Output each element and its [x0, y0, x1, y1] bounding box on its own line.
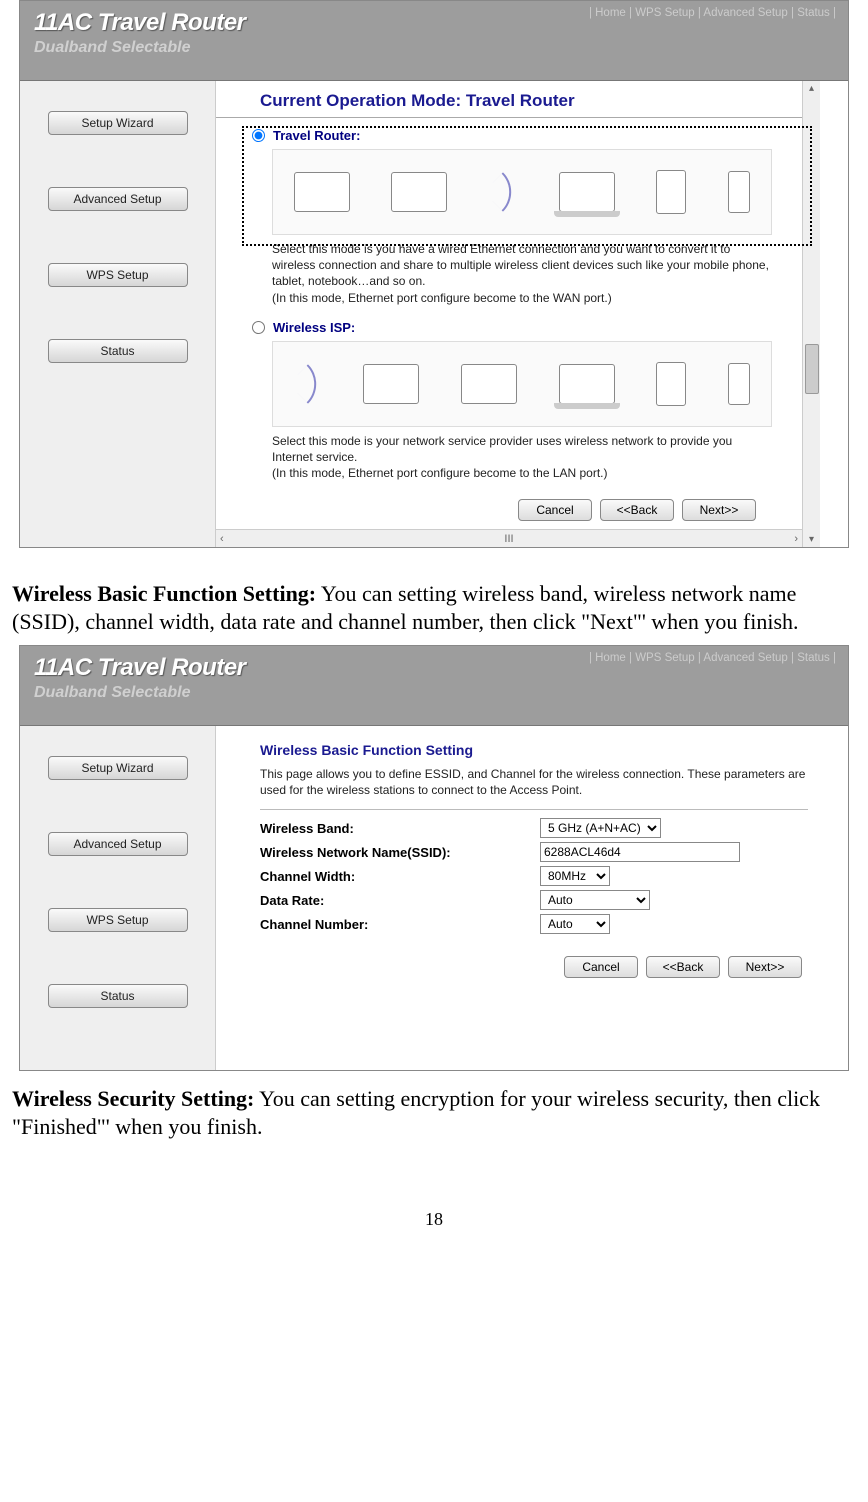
header: 11AC Travel Router Dualband Selectable |…	[20, 646, 848, 726]
scroll-thumb[interactable]: III	[504, 533, 513, 545]
scroll-up-icon[interactable]: ▴	[809, 83, 814, 94]
next-button[interactable]: Next>>	[728, 956, 802, 978]
ssid-input[interactable]	[540, 842, 740, 862]
ssid-label: Wireless Network Name(SSID):	[260, 845, 540, 860]
mode-option-wireless-isp: Wireless ISP: Select this mode is your n…	[216, 316, 802, 492]
phone-icon	[728, 171, 750, 213]
sidebar-status-button[interactable]: Status	[48, 984, 188, 1008]
wifi-icon	[483, 172, 523, 212]
channel-width-select[interactable]: 80MHz	[540, 866, 610, 886]
channel-width-label: Channel Width:	[260, 869, 540, 884]
op-mode-label: Current Operation Mode:	[260, 91, 461, 110]
data-rate-label: Data Rate:	[260, 893, 540, 908]
router-icon	[461, 364, 517, 404]
wireless-band-select[interactable]: 5 GHz (A+N+AC)	[540, 818, 661, 838]
cancel-button[interactable]: Cancel	[564, 956, 638, 978]
sidebar-wps-setup-button[interactable]: WPS Setup	[48, 908, 188, 932]
page-number: 18	[0, 1209, 868, 1230]
sidebar-advanced-setup-button[interactable]: Advanced Setup	[48, 832, 188, 856]
para-heading: Wireless Security Setting:	[12, 1086, 254, 1111]
wireless-isp-label: Wireless ISP:	[273, 320, 355, 335]
next-button[interactable]: Next>>	[682, 499, 756, 521]
header: 11AC Travel Router Dualband Selectable |…	[20, 1, 848, 81]
row-ssid: Wireless Network Name(SSID):	[260, 842, 848, 862]
row-wireless-band: Wireless Band: 5 GHz (A+N+AC)	[260, 818, 848, 838]
travel-router-diagram	[272, 149, 772, 235]
nav-home[interactable]: Home	[595, 652, 626, 664]
channel-number-select[interactable]: Auto	[540, 914, 610, 934]
wizard-button-row: Cancel <<Back Next>>	[216, 491, 802, 529]
scroll-left-icon[interactable]: ‹	[220, 533, 224, 545]
sidebar-status-button[interactable]: Status	[48, 339, 188, 363]
vertical-scrollbar[interactable]: ▴ ▾	[802, 81, 820, 547]
channel-number-label: Channel Number:	[260, 917, 540, 932]
sidebar: Setup Wizard Advanced Setup WPS Setup St…	[20, 726, 216, 1070]
doc-paragraph-wireless-security: Wireless Security Setting: You can setti…	[6, 1081, 862, 1149]
scroll-down-icon[interactable]: ▾	[809, 534, 814, 545]
nav-home[interactable]: Home	[595, 7, 626, 19]
row-data-rate: Data Rate: Auto	[260, 890, 848, 910]
travel-router-description: Select this mode is you have a wired Eth…	[252, 241, 772, 306]
operation-mode-heading: Current Operation Mode: Travel Router	[216, 81, 802, 118]
row-channel-width: Channel Width: 80MHz	[260, 866, 848, 886]
phone-icon	[728, 363, 750, 405]
sidebar-setup-wizard-button[interactable]: Setup Wizard	[48, 756, 188, 780]
router-ui-screenshot-2: 11AC Travel Router Dualband Selectable |…	[19, 645, 849, 1071]
sidebar: Setup Wizard Advanced Setup WPS Setup St…	[20, 81, 216, 547]
sidebar-wps-setup-button[interactable]: WPS Setup	[48, 263, 188, 287]
wireless-isp-diagram	[272, 341, 772, 427]
data-rate-select[interactable]: Auto	[540, 890, 650, 910]
doc-paragraph-wireless-basic: Wireless Basic Function Setting: You can…	[6, 558, 862, 644]
nav-status[interactable]: Status	[797, 7, 830, 19]
back-button[interactable]: <<Back	[600, 499, 674, 521]
header-subtitle: Dualband Selectable	[34, 39, 834, 57]
sidebar-setup-wizard-button[interactable]: Setup Wizard	[48, 111, 188, 135]
section-description: This page allows you to define ESSID, an…	[260, 766, 808, 811]
nav-advanced[interactable]: Advanced Setup	[703, 652, 787, 664]
nav-status[interactable]: Status	[797, 652, 830, 664]
main-content: Current Operation Mode: Travel Router Tr…	[216, 81, 802, 547]
nav-wps[interactable]: WPS Setup	[635, 7, 694, 19]
wireless-isp-description: Select this mode is your network service…	[252, 433, 772, 482]
laptop-icon	[559, 364, 615, 404]
wireless-isp-radio[interactable]	[252, 321, 265, 334]
travel-router-radio[interactable]	[252, 129, 265, 142]
scroll-thumb[interactable]	[805, 344, 819, 394]
ap-icon	[363, 364, 419, 404]
laptop-icon	[559, 172, 615, 212]
sidebar-advanced-setup-button[interactable]: Advanced Setup	[48, 187, 188, 211]
router-ui-screenshot-1: 11AC Travel Router Dualband Selectable |…	[19, 0, 849, 548]
para-heading: Wireless Basic Function Setting:	[12, 581, 316, 606]
wizard-button-row: Cancel <<Back Next>>	[216, 948, 848, 986]
horizontal-scrollbar[interactable]: ‹ III ›	[216, 529, 802, 547]
main-content: Wireless Basic Function Setting This pag…	[216, 726, 848, 1070]
tablet-icon	[656, 170, 686, 214]
header-subtitle: Dualband Selectable	[34, 684, 834, 702]
nav-advanced[interactable]: Advanced Setup	[703, 7, 787, 19]
mode-option-travel-router: Travel Router: Select this mode is you h…	[216, 124, 802, 316]
wifi-icon	[288, 364, 328, 404]
wireless-band-label: Wireless Band:	[260, 821, 540, 836]
travel-router-label: Travel Router:	[273, 128, 360, 143]
tablet-icon	[656, 362, 686, 406]
top-nav: | Home | WPS Setup | Advanced Setup | St…	[589, 652, 836, 664]
section-title: Wireless Basic Function Setting	[260, 742, 848, 758]
row-channel-number: Channel Number: Auto	[260, 914, 848, 934]
cancel-button[interactable]: Cancel	[518, 499, 592, 521]
back-button[interactable]: <<Back	[646, 956, 720, 978]
top-nav: | Home | WPS Setup | Advanced Setup | St…	[589, 7, 836, 19]
modem-icon	[294, 172, 350, 212]
router-icon	[391, 172, 447, 212]
nav-wps[interactable]: WPS Setup	[635, 652, 694, 664]
scroll-right-icon[interactable]: ›	[794, 533, 798, 545]
op-mode-value: Travel Router	[466, 91, 575, 110]
